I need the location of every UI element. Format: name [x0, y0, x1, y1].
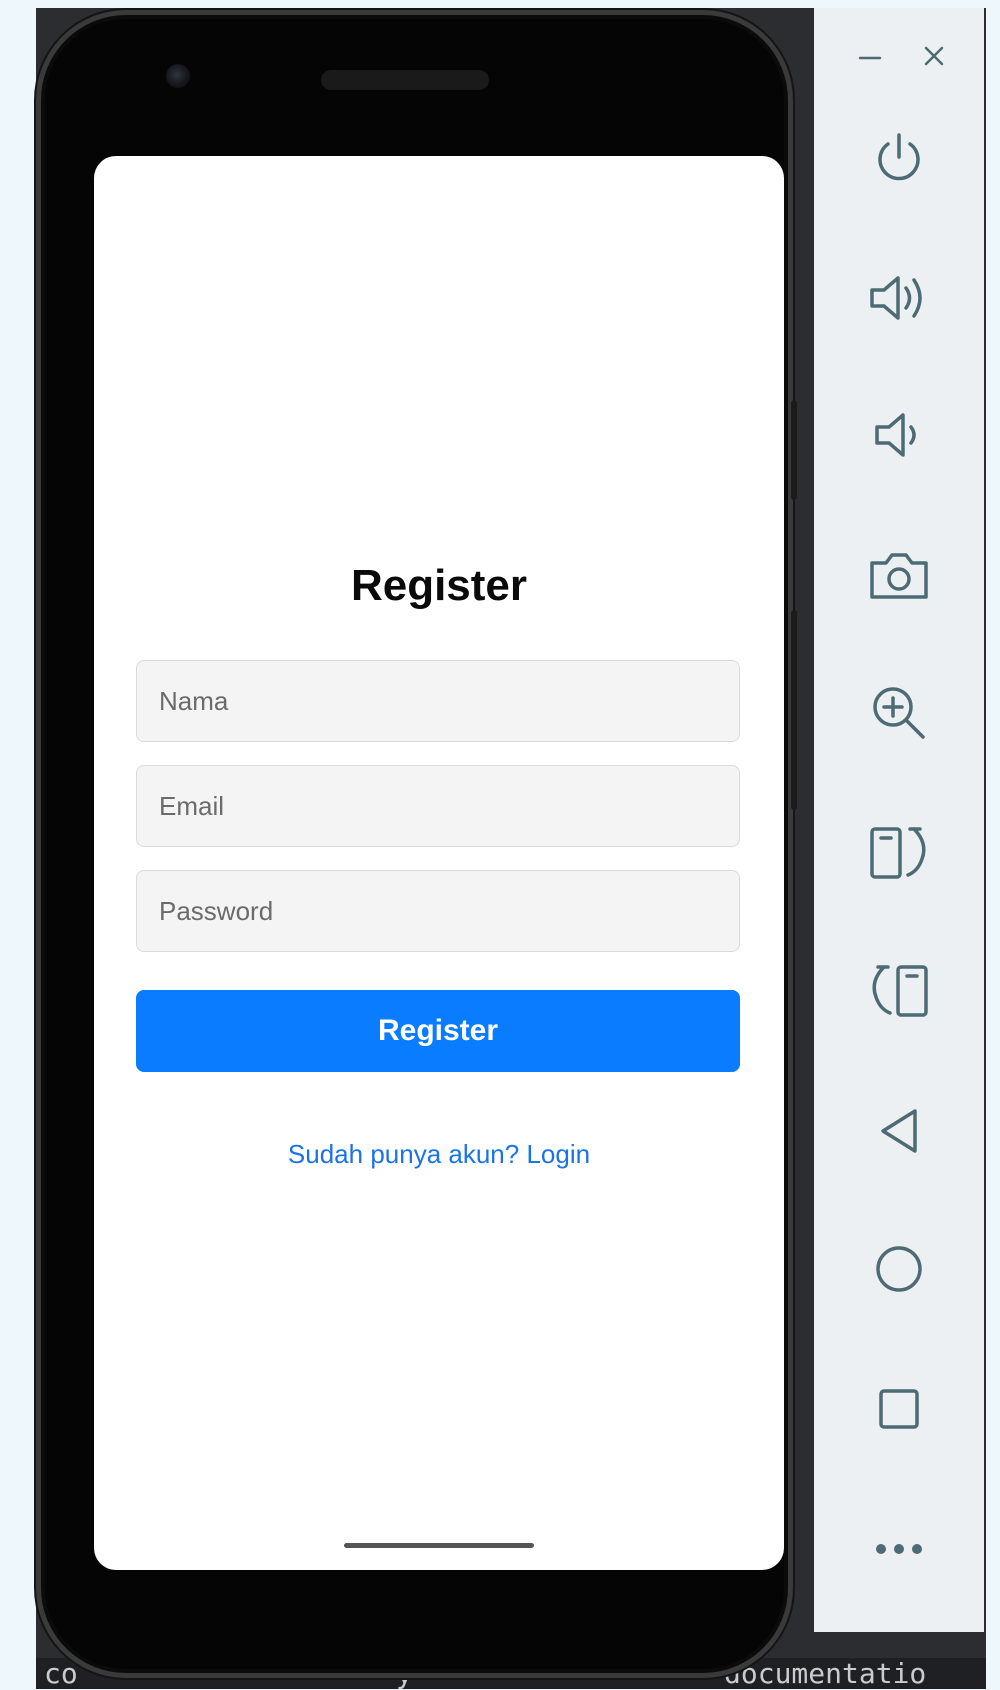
more-icon [876, 1544, 922, 1554]
home-icon [876, 1246, 922, 1292]
earpiece-speaker [321, 70, 489, 90]
side-button-upper [791, 400, 797, 500]
screenshot-button[interactable] [854, 530, 944, 620]
overview-button[interactable] [854, 1364, 944, 1454]
overview-icon [879, 1389, 919, 1429]
emulator-toolbar [814, 8, 984, 1632]
page-title: Register [350, 561, 528, 610]
name-input[interactable] [136, 660, 740, 742]
rotate-left-icon [872, 965, 928, 1017]
rotate-right-icon [870, 827, 926, 879]
phone-frame: Register Register Sudah punya akun? Logi… [36, 10, 797, 1678]
minimize-icon [858, 56, 882, 60]
zoom-button[interactable] [854, 668, 944, 758]
back-button[interactable] [854, 1086, 944, 1176]
volume-up-button[interactable] [854, 253, 944, 343]
zoom-in-icon [873, 687, 925, 739]
rotate-left-button[interactable] [854, 946, 944, 1036]
front-camera [166, 64, 190, 88]
camera-icon [870, 553, 928, 599]
volume-up-icon [870, 276, 922, 320]
power-icon [878, 133, 920, 181]
close-button[interactable] [916, 38, 952, 74]
back-icon [881, 1109, 917, 1153]
side-button-lower [791, 610, 797, 810]
ide-footer-right-text: documentatio [724, 1657, 927, 1690]
gesture-home-bar[interactable] [344, 1543, 534, 1548]
more-button[interactable] [854, 1504, 944, 1594]
volume-down-button[interactable] [854, 390, 944, 480]
minimize-button[interactable] [852, 38, 888, 74]
volume-down-icon [875, 413, 916, 457]
app-screen: Register Register Sudah punya akun? Logi… [94, 156, 784, 1570]
close-icon [924, 46, 944, 66]
ide-footer-left-text: co [44, 1657, 78, 1690]
email-input[interactable] [136, 765, 740, 847]
login-link[interactable]: Sudah punya akun? Login [94, 1139, 784, 1170]
power-button[interactable] [854, 114, 944, 204]
password-input[interactable] [136, 870, 740, 952]
rotate-right-button[interactable] [854, 808, 944, 898]
register-button[interactable]: Register [136, 990, 740, 1072]
home-button[interactable] [854, 1224, 944, 1314]
